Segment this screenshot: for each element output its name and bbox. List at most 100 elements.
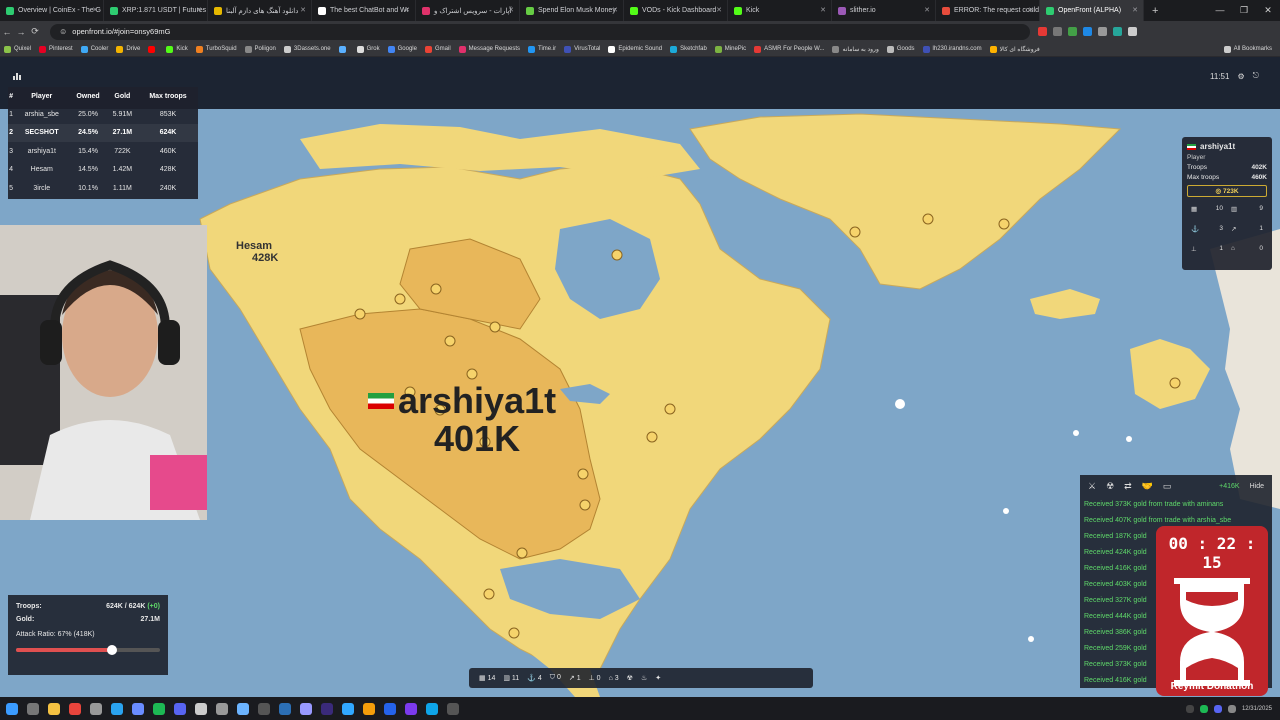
- bookmark-item[interactable]: Epidemic Sound: [608, 45, 662, 53]
- start-menu-icon[interactable]: [6, 702, 18, 715]
- telegram-icon[interactable]: [111, 702, 123, 715]
- bookmark-item[interactable]: ورود به سامانه: [832, 45, 879, 53]
- extension-icon[interactable]: [1113, 27, 1122, 36]
- new-tab-icon[interactable]: +: [1144, 5, 1166, 17]
- bookmark-item[interactable]: MinePic: [714, 45, 746, 53]
- browser-tab[interactable]: Overview | CoinEx - The G ✕: [0, 0, 104, 21]
- bookmark-item[interactable]: Google: [387, 45, 417, 53]
- attack-ratio-handle[interactable]: [107, 645, 118, 655]
- attack-ratio-slider[interactable]: [16, 645, 160, 655]
- close-tab-icon[interactable]: ✕: [508, 6, 514, 14]
- app-icon[interactable]: [363, 702, 375, 715]
- sword-filter-icon[interactable]: ⚔: [1088, 481, 1096, 492]
- leaderboard-column-header[interactable]: Max troops: [138, 87, 198, 105]
- alliance-filter-icon[interactable]: 🤝: [1142, 481, 1153, 492]
- tray-icon[interactable]: [1213, 704, 1222, 713]
- app-icon[interactable]: [195, 702, 207, 715]
- browser-tab[interactable]: VODs - Kick Dashboard ✕: [624, 0, 728, 21]
- close-tab-icon[interactable]: ✕: [716, 6, 722, 14]
- close-tab-icon[interactable]: ✕: [196, 6, 202, 14]
- leaderboard-row[interactable]: 4 Hesam 14.5% 1.42M 428K: [8, 161, 198, 180]
- app-icon[interactable]: [258, 702, 270, 715]
- defense-build-icon[interactable]: ⛉ 0: [550, 674, 561, 682]
- chat-filter-icon[interactable]: ▭: [1163, 481, 1172, 492]
- hide-events-button[interactable]: Hide: [1250, 483, 1264, 490]
- bookmark-item[interactable]: [148, 45, 158, 53]
- photoshop-icon[interactable]: [342, 702, 354, 715]
- app-icon[interactable]: [237, 702, 249, 715]
- app-icon[interactable]: [447, 702, 459, 715]
- leaderboard-icon[interactable]: [12, 71, 22, 81]
- tray-icon[interactable]: [1199, 704, 1208, 713]
- bookmark-item[interactable]: Drive: [116, 45, 140, 53]
- app-icon[interactable]: [426, 702, 438, 715]
- maximize-icon[interactable]: ❐: [1232, 0, 1256, 21]
- factory-build-icon[interactable]: ▥ 11: [503, 674, 519, 682]
- bookmark-item[interactable]: All Bookmarks: [1223, 45, 1272, 53]
- extension-icon[interactable]: [1083, 27, 1092, 36]
- leaderboard-row[interactable]: 1 arshia_sbe 25.0% 5.91M 853K: [8, 105, 198, 124]
- hydrogen-bomb-icon[interactable]: ♨: [641, 674, 647, 682]
- bookmark-item[interactable]: Message Requests: [458, 45, 520, 53]
- reload-icon[interactable]: ⟳: [28, 26, 42, 37]
- minimize-icon[interactable]: —: [1208, 0, 1232, 21]
- bookmark-item[interactable]: Sketchfab: [670, 45, 707, 53]
- browser-tab[interactable]: OpenFront (ALPHA) ✕: [1040, 0, 1144, 21]
- exit-icon[interactable]: ⎋: [1253, 71, 1259, 81]
- back-icon[interactable]: ←: [0, 27, 14, 37]
- bookmark-item[interactable]: lh230.irandns.com: [922, 45, 982, 53]
- city-build-icon[interactable]: ▦ 14: [479, 674, 495, 682]
- extension-icon[interactable]: [1038, 27, 1047, 36]
- url-field[interactable]: ⊜ openfront.io/#join=onsy69mG: [50, 23, 1030, 40]
- bookmark-item[interactable]: Time.ir: [528, 45, 556, 53]
- browser-tab[interactable]: ERROR: The request could ✕: [936, 0, 1040, 21]
- profile-icon[interactable]: [1128, 27, 1137, 36]
- browser-tab[interactable]: The best ChatBot and Wr ✕: [312, 0, 416, 21]
- extension-icon[interactable]: [1068, 27, 1077, 36]
- bookmark-item[interactable]: Poliigon: [244, 45, 276, 53]
- bookmark-item[interactable]: Goods: [886, 45, 915, 53]
- nuke-build-icon[interactable]: ☢: [627, 674, 633, 682]
- browser-tab[interactable]: آپارات - سرویس اشتراک و ✕: [416, 0, 520, 21]
- port-build-icon[interactable]: ⚓ 4: [527, 674, 542, 682]
- bookmark-item[interactable]: Quixel: [4, 45, 31, 53]
- app-icon[interactable]: [90, 702, 102, 715]
- close-tab-icon[interactable]: ✕: [1132, 6, 1138, 14]
- app-icon[interactable]: [384, 702, 396, 715]
- app-icon[interactable]: [132, 702, 144, 715]
- extension-icon[interactable]: [1053, 27, 1062, 36]
- app-icon[interactable]: [216, 702, 228, 715]
- trade-filter-icon[interactable]: ⇄: [1124, 481, 1132, 492]
- browser-tab[interactable]: Kick ✕: [728, 0, 832, 21]
- site-info-icon[interactable]: ⊜: [60, 27, 66, 36]
- bookmark-item[interactable]: [338, 45, 349, 53]
- mirv-icon[interactable]: ✦: [655, 674, 661, 682]
- browser-tab[interactable]: دانلود آهنگ های دازم آلبنا ✕: [208, 0, 312, 21]
- bookmark-item[interactable]: فروشگاه ای کالا: [989, 45, 1040, 53]
- close-tab-icon[interactable]: ✕: [924, 6, 930, 14]
- leaderboard-row[interactable]: 3 arshiya1t 15.4% 722K 460K: [8, 142, 198, 161]
- browser-tab[interactable]: Spend Elon Musk Money ✕: [520, 0, 624, 21]
- after-effects-icon[interactable]: [300, 702, 312, 715]
- close-tab-icon[interactable]: ✕: [404, 6, 410, 14]
- tray-icon[interactable]: [1185, 704, 1194, 713]
- app-icon[interactable]: [405, 702, 417, 715]
- close-tab-icon[interactable]: ✕: [820, 6, 826, 14]
- tray-icon[interactable]: [1227, 704, 1236, 713]
- bookmark-item[interactable]: ASMR For People W...: [754, 45, 824, 53]
- bookmark-item[interactable]: 3Dassets.one: [283, 45, 331, 53]
- sam-build-icon[interactable]: ⊥ 0: [589, 674, 601, 682]
- bookmark-item[interactable]: Grok: [356, 45, 380, 53]
- game-viewport[interactable]: Hesam 428K arshiya1t 401K # Player Owned Go…: [0, 57, 1280, 697]
- browser-tab[interactable]: slither.io ✕: [832, 0, 936, 21]
- forward-icon[interactable]: →: [14, 27, 28, 37]
- warship-build-icon[interactable]: ⌂ 3: [609, 675, 619, 682]
- premiere-icon[interactable]: [321, 702, 333, 715]
- close-window-icon[interactable]: ✕: [1256, 0, 1280, 21]
- leaderboard-row[interactable]: 5 3ircle 10.1% 1.11M 240K: [8, 179, 198, 198]
- search-icon[interactable]: [27, 702, 39, 715]
- file-explorer-icon[interactable]: [48, 702, 60, 715]
- discord-icon[interactable]: [174, 702, 186, 715]
- bookmark-item[interactable]: Pinterest: [39, 45, 73, 53]
- bookmark-item[interactable]: TurboSquid: [195, 45, 237, 53]
